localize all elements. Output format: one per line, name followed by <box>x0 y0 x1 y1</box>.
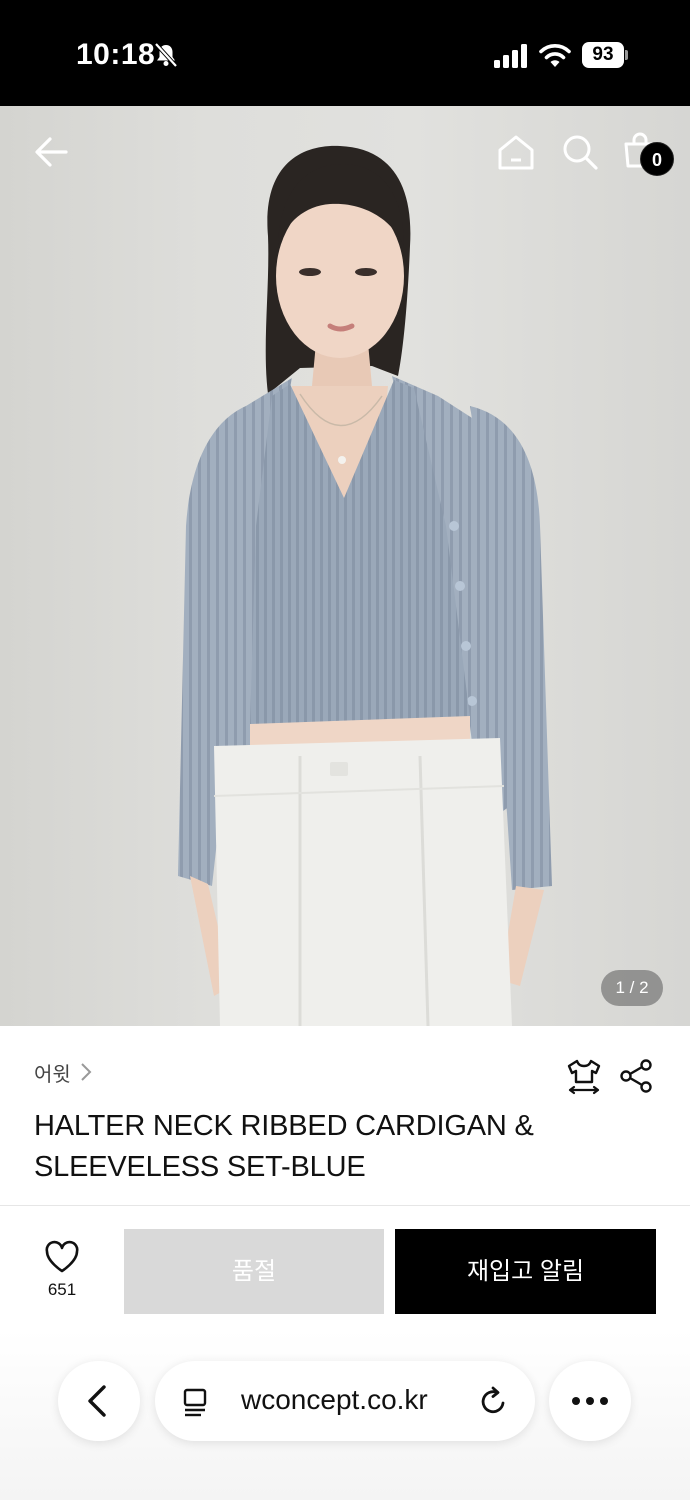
page-menu-icon <box>183 1388 207 1417</box>
browser-back-button[interactable] <box>58 1361 140 1441</box>
arrow-left-icon <box>35 137 68 167</box>
divider <box>0 1205 690 1206</box>
wifi-icon <box>539 44 571 67</box>
product-photo <box>178 145 552 1026</box>
brand-name: 어윗 <box>34 1063 71 1086</box>
heart-icon <box>45 1240 79 1273</box>
top-nav <box>0 106 690 196</box>
chevron-right-icon <box>81 1063 92 1081</box>
battery-level: 93 <box>582 42 624 68</box>
reload-icon[interactable] <box>477 1384 509 1418</box>
chevron-left-icon <box>88 1385 106 1417</box>
home-icon <box>498 135 534 170</box>
home-button[interactable] <box>494 130 538 174</box>
search-button[interactable] <box>558 130 602 174</box>
share-icon <box>620 1059 652 1093</box>
shirt-size-icon <box>567 1059 601 1095</box>
like-button[interactable]: 651 <box>30 1240 94 1310</box>
product-title: HALTER NECK RIBBED CARDIGAN & SLEEVELESS… <box>34 1110 534 1183</box>
status-time: 10:18 <box>76 38 156 71</box>
brand-link[interactable]: 어윗 <box>34 1058 93 1086</box>
bell-slash-icon <box>154 42 178 68</box>
more-options-button[interactable] <box>549 1361 631 1441</box>
size-guide-button[interactable] <box>564 1056 604 1096</box>
product-image[interactable] <box>0 106 690 1026</box>
address-bar[interactable]: wconcept.co.kr <box>155 1361 535 1441</box>
share-button[interactable] <box>616 1056 656 1096</box>
cart-count-badge: 0 <box>640 142 674 176</box>
more-dots-icon <box>572 1397 608 1405</box>
back-button[interactable] <box>30 130 74 174</box>
image-counter: 1 / 2 <box>601 970 663 1006</box>
battery-indicator: 93 <box>582 42 628 68</box>
like-count: 651 <box>47 1280 77 1299</box>
url-text: wconcept.co.kr <box>241 1384 428 1415</box>
restock-alert-button[interactable]: 재입고 알림 <box>395 1229 656 1314</box>
signal-icon <box>494 44 527 68</box>
status-bar: 10:18 93 <box>0 0 690 106</box>
soldout-button[interactable]: 품절 <box>124 1229 384 1314</box>
search-icon <box>563 135 598 170</box>
